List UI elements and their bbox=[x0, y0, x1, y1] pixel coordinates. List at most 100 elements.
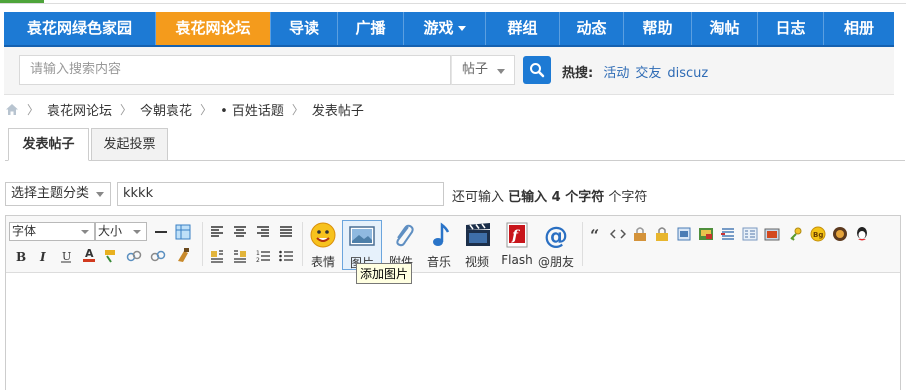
svg-text:Bg: Bg bbox=[813, 231, 823, 239]
nav-item-label: 帮助 bbox=[642, 19, 673, 37]
search-button[interactable] bbox=[523, 56, 551, 84]
svg-text:“: “ bbox=[590, 227, 599, 243]
font-size-select[interactable]: 大小 bbox=[95, 222, 147, 241]
svg-text:A: A bbox=[85, 247, 94, 260]
svg-text:I: I bbox=[39, 250, 46, 264]
align-right-icon[interactable] bbox=[255, 224, 271, 240]
counter-count: 已输入 4 个字符 bbox=[508, 190, 605, 205]
italic-icon[interactable]: I bbox=[35, 248, 51, 264]
chevron-down-icon bbox=[457, 26, 466, 31]
font-family-label: 字体 bbox=[12, 224, 37, 238]
quote-icon[interactable]: “ bbox=[588, 227, 604, 243]
nav-item-label: 袁花网绿色家园 bbox=[26, 19, 132, 37]
font-color-icon[interactable]: A bbox=[81, 246, 97, 262]
breadcrumb-item[interactable]: • 百姓话题 bbox=[220, 100, 284, 119]
background-icon[interactable]: Bg bbox=[810, 226, 826, 242]
nav-item-broadcast[interactable]: 广播 bbox=[338, 12, 404, 45]
horizontal-rule-icon[interactable] bbox=[153, 224, 169, 240]
top-strip bbox=[0, 0, 906, 12]
search-icon bbox=[530, 63, 545, 78]
svg-text:B: B bbox=[16, 250, 26, 264]
nav-item-label: 动态 bbox=[576, 19, 607, 37]
code-icon[interactable] bbox=[610, 226, 626, 242]
main-nav: 袁花网绿色家园 袁花网论坛 导读 广播 游戏 群组 动态 帮助 淘帖 日志 相册 bbox=[4, 12, 894, 47]
nav-item-groups[interactable]: 群组 bbox=[486, 12, 560, 45]
align-justify-icon[interactable] bbox=[278, 224, 294, 240]
editor-content-area[interactable] bbox=[6, 273, 900, 391]
breadcrumb-item-current: 发表帖子 bbox=[311, 103, 364, 119]
password-lock-icon[interactable] bbox=[654, 226, 670, 242]
post-bg-icon[interactable] bbox=[698, 226, 714, 242]
hot-link[interactable]: 活动 bbox=[603, 66, 629, 81]
breadcrumb-item[interactable]: 袁花网论坛 bbox=[47, 100, 112, 119]
globe-icon[interactable] bbox=[832, 226, 848, 242]
smiley-icon bbox=[310, 222, 336, 248]
toolbar-divider bbox=[582, 222, 583, 266]
editor-toolbar: 字体 大小 B I U A 12 表情 图片 bbox=[6, 216, 900, 273]
underline-icon[interactable]: U bbox=[58, 248, 74, 264]
search-type-select[interactable]: 帖子 bbox=[451, 55, 515, 85]
search-input[interactable]: 请输入搜索内容 bbox=[19, 55, 451, 85]
post-type-tabs: 发表帖子 发起投票 bbox=[5, 128, 905, 161]
flash-button[interactable]: f Flash bbox=[500, 220, 534, 270]
font-family-select[interactable]: 字体 bbox=[9, 222, 95, 241]
svg-text:@: @ bbox=[544, 222, 568, 250]
search-type-label: 帖子 bbox=[462, 62, 489, 77]
topic-category-select[interactable]: 选择主题分类 bbox=[5, 182, 111, 206]
index-icon[interactable] bbox=[742, 226, 758, 242]
nav-item-blog[interactable]: 日志 bbox=[758, 12, 824, 45]
float-left-icon[interactable] bbox=[209, 248, 225, 264]
hide-content-icon[interactable] bbox=[632, 226, 648, 242]
paperclip-icon bbox=[396, 224, 414, 247]
counter-suffix: 个字符 bbox=[608, 190, 648, 205]
breadcrumb-item[interactable]: 今朝袁花 bbox=[140, 100, 192, 119]
unordered-list-icon[interactable] bbox=[278, 248, 294, 264]
video-label: 视频 bbox=[464, 255, 489, 269]
flash-icon: f bbox=[506, 222, 528, 248]
video-button[interactable]: 视频 bbox=[462, 220, 492, 270]
emoji-button[interactable]: 表情 bbox=[307, 220, 339, 270]
home-icon[interactable] bbox=[5, 103, 19, 116]
breadcrumb-separator: 〉 bbox=[291, 102, 304, 117]
music-button[interactable]: 音乐 bbox=[425, 220, 453, 270]
nav-item-activity[interactable]: 动态 bbox=[560, 12, 624, 45]
unlink-icon[interactable] bbox=[150, 248, 166, 264]
float-right-icon[interactable] bbox=[232, 248, 248, 264]
at-icon: @ bbox=[544, 222, 568, 250]
nav-item-label: 日志 bbox=[775, 19, 806, 37]
mention-friend-button[interactable]: @ @朋友 bbox=[536, 220, 576, 270]
nav-item-guide[interactable]: 导读 bbox=[271, 12, 338, 45]
bold-icon[interactable]: B bbox=[12, 248, 28, 264]
hot-search: 热搜: 活动 交友 discuz bbox=[562, 62, 708, 81]
tab-new-poll[interactable]: 发起投票 bbox=[91, 128, 168, 161]
table-icon[interactable] bbox=[175, 224, 191, 240]
user-key-icon[interactable] bbox=[788, 226, 804, 242]
album-icon[interactable] bbox=[764, 226, 780, 242]
qq-icon[interactable] bbox=[854, 226, 870, 242]
nav-item-games[interactable]: 游戏 bbox=[404, 12, 486, 45]
chevron-down-icon bbox=[81, 230, 89, 234]
tooltip: 添加图片 bbox=[356, 263, 413, 284]
free-content-icon[interactable] bbox=[676, 226, 692, 242]
nav-item-label: 群组 bbox=[507, 19, 538, 37]
music-note-icon bbox=[433, 222, 450, 246]
hot-link[interactable]: 交友 bbox=[635, 66, 661, 81]
link-icon[interactable] bbox=[126, 248, 142, 264]
title-input[interactable]: kkkk bbox=[117, 182, 444, 206]
page-break-icon[interactable] bbox=[720, 226, 736, 242]
nav-item-album[interactable]: 相册 bbox=[824, 12, 894, 45]
align-center-icon[interactable] bbox=[232, 224, 248, 240]
clear-format-icon[interactable] bbox=[175, 247, 191, 263]
nav-item-forum[interactable]: 袁花网论坛 bbox=[156, 12, 271, 45]
format-brush-icon[interactable] bbox=[103, 248, 119, 264]
nav-item-taotie[interactable]: 淘帖 bbox=[692, 12, 758, 45]
chevron-down-icon bbox=[96, 192, 104, 197]
align-left-icon[interactable] bbox=[209, 224, 225, 240]
hot-link[interactable]: discuz bbox=[667, 66, 708, 81]
ordered-list-icon[interactable]: 12 bbox=[255, 248, 271, 264]
nav-item-label: 袁花网论坛 bbox=[175, 19, 251, 37]
tab-new-post[interactable]: 发表帖子 bbox=[8, 128, 89, 161]
nav-item-help[interactable]: 帮助 bbox=[624, 12, 692, 45]
nav-item-home[interactable]: 袁花网绿色家园 bbox=[4, 12, 156, 45]
svg-text:2: 2 bbox=[256, 257, 260, 264]
